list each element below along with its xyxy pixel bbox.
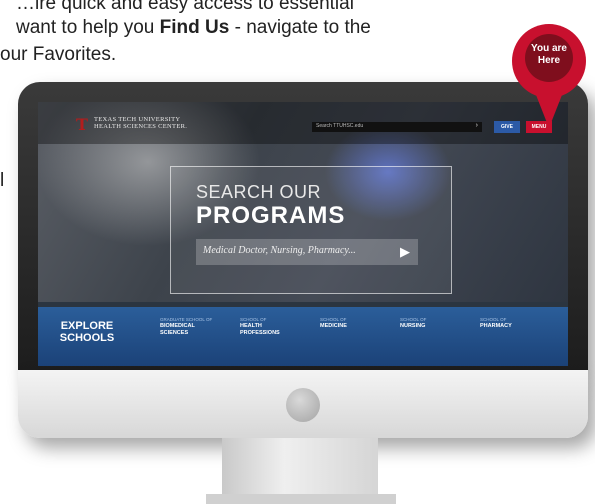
monitor-button — [286, 388, 320, 422]
site-logo-text[interactable]: TEXAS TECH UNIVERSITY HEALTH SCIENCES CE… — [94, 116, 187, 130]
search-arrow-icon[interactable]: › — [476, 122, 478, 129]
you-are-here-pin-icon: You are Here — [512, 24, 586, 130]
school-name: PROFESSIONS — [240, 330, 280, 336]
program-search-input[interactable]: Medical Doctor, Nursing, Pharmacy... ▶ — [196, 239, 418, 265]
school-name: MEDICINE — [320, 323, 347, 329]
panel-heading-1: SEARCH OUR — [196, 182, 322, 202]
school-name: NURSING — [400, 323, 426, 329]
play-arrow-icon[interactable]: ▶ — [400, 244, 410, 260]
program-search-placeholder: Medical Doctor, Nursing, Pharmacy... — [203, 245, 356, 256]
intro-line-2-text: our Favorites. — [0, 44, 117, 65]
site-search-input[interactable]: Search TTUHSC.edu › — [312, 122, 482, 132]
intro-line-0-text: …ire quick and easy access to essential — [16, 0, 354, 14]
school-prefix: SCHOOL OF — [240, 317, 267, 322]
school-name: SCIENCES — [160, 330, 189, 336]
intro-line-1-pre: want to help you — [16, 17, 160, 38]
school-link-biomedical[interactable]: GRADUATE SCHOOL OF BIOMEDICAL SCIENCES — [160, 316, 230, 337]
school-link-medicine[interactable]: SCHOOL OF MEDICINE — [320, 316, 390, 330]
pin-label-line-1: You are — [531, 43, 567, 54]
school-name: BIOMEDICAL — [160, 323, 195, 329]
pin-label-line-2: Here — [537, 55, 561, 66]
intro-line-1: want to help you Find Us - navigate to t… — [16, 14, 371, 41]
school-prefix: GRADUATE SCHOOL OF — [160, 317, 213, 322]
search-placeholder: Search TTUHSC.edu — [316, 123, 364, 129]
logo-line-1: TEXAS TECH UNIVERSITY — [94, 116, 181, 123]
double-t-logo-icon[interactable]: T — [76, 116, 90, 134]
explore-line-1: EXPLORE — [60, 320, 114, 332]
school-prefix: SCHOOL OF — [400, 317, 427, 322]
website-screen: T TEXAS TECH UNIVERSITY HEALTH SCIENCES … — [38, 102, 568, 366]
intro-line-1-post: - navigate to the — [229, 17, 371, 38]
school-link-nursing[interactable]: SCHOOL OF NURSING — [400, 316, 470, 330]
school-link-health-professions[interactable]: SCHOOL OF HEALTH PROFESSIONS — [240, 316, 310, 337]
side-text-fragment: l — [0, 170, 5, 191]
monitor-stand-base — [206, 494, 396, 504]
school-prefix: SCHOOL OF — [320, 317, 347, 322]
pin-label: You are Here — [525, 43, 573, 67]
explore-schools-label[interactable]: EXPLORE SCHOOLS — [58, 320, 116, 344]
school-name: PHARMACY — [480, 323, 512, 329]
logo-line-2: HEALTH SCIENCES CENTER. — [94, 123, 188, 130]
explore-line-2: SCHOOLS — [59, 332, 115, 344]
school-name: HEALTH — [240, 323, 262, 329]
school-link-pharmacy[interactable]: SCHOOL OF PHARMACY — [480, 316, 550, 330]
school-prefix: SCHOOL OF — [480, 317, 507, 322]
intro-line-2: our Favorites. — [0, 41, 116, 68]
find-us-bold: Find Us — [159, 17, 230, 38]
panel-heading-2: PROGRAMS — [196, 202, 346, 229]
